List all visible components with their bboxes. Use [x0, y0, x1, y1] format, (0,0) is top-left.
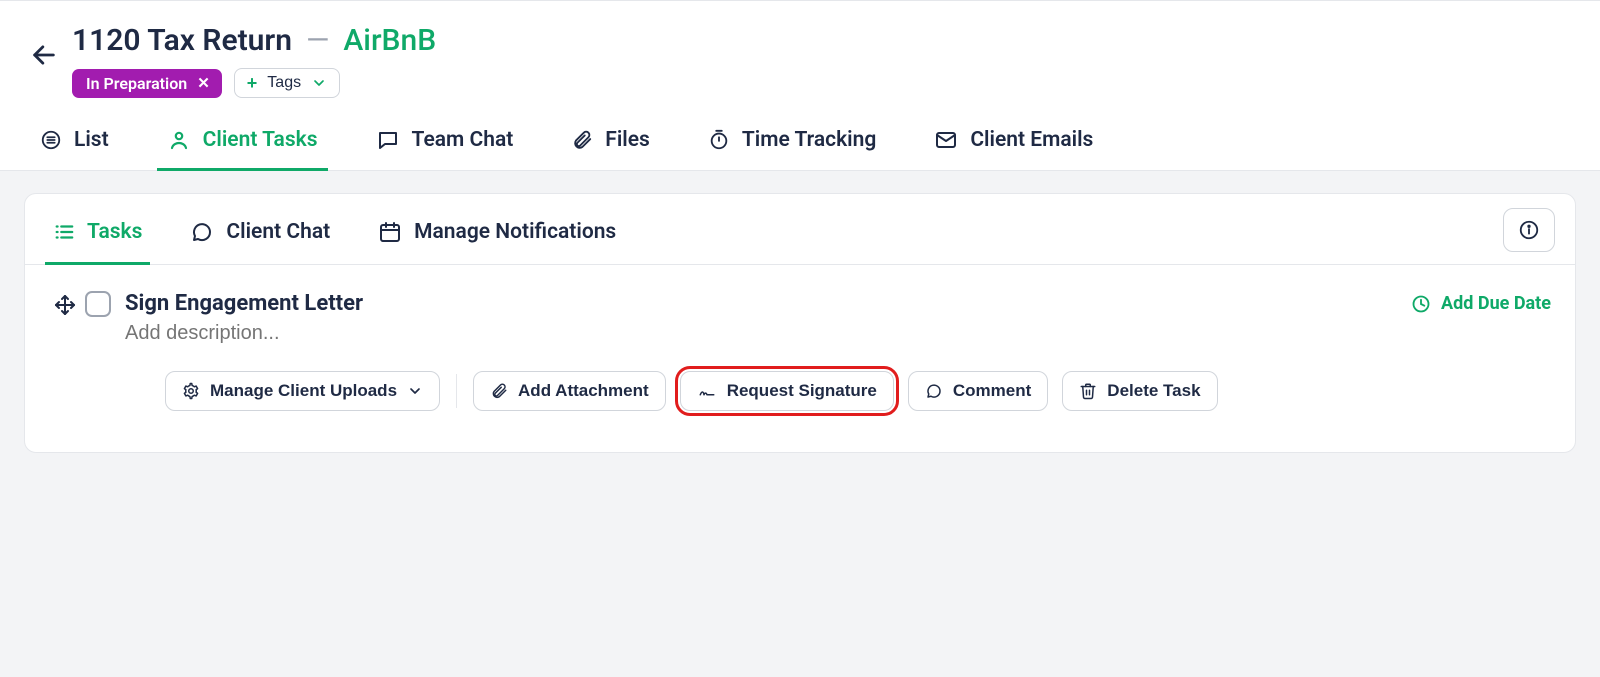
- arrow-left-icon: [30, 41, 58, 69]
- plus-icon: +: [247, 74, 258, 92]
- chat-bubble-icon: [190, 220, 214, 244]
- client-name-link[interactable]: AirBnB: [343, 23, 436, 58]
- title-separator: —: [306, 23, 329, 58]
- task-description-input[interactable]: [125, 322, 981, 345]
- signature-icon: [697, 382, 717, 400]
- chevron-down-icon: [311, 75, 327, 91]
- canvas-area: Tasks Client Chat Manage Notifications: [0, 171, 1600, 677]
- add-due-date-button[interactable]: Add Due Date: [1411, 293, 1551, 314]
- delete-task-button[interactable]: Delete Task: [1062, 371, 1217, 411]
- tab-client-tasks[interactable]: Client Tasks: [163, 120, 322, 170]
- button-label: Delete Task: [1107, 381, 1200, 401]
- tab-client-emails[interactable]: Client Emails: [930, 120, 1097, 170]
- tab-label: Files: [605, 128, 650, 152]
- sub-tabs: Tasks Client Chat Manage Notifications: [25, 194, 1575, 265]
- page-title: 1120 Tax Return: [72, 23, 292, 58]
- primary-tabs: List Client Tasks Team Chat Files Time T…: [0, 98, 1600, 171]
- add-due-date-label: Add Due Date: [1441, 293, 1551, 314]
- status-badge-label: In Preparation: [86, 74, 187, 93]
- mail-icon: [934, 128, 958, 152]
- task-title[interactable]: Sign Engagement Letter: [125, 291, 1551, 316]
- comment-button[interactable]: Comment: [908, 371, 1048, 411]
- chat-icon: [376, 128, 400, 152]
- info-button[interactable]: [1503, 208, 1555, 252]
- list-check-icon: [53, 221, 75, 243]
- trash-icon: [1079, 382, 1097, 400]
- calendar-icon: [378, 220, 402, 244]
- tab-label: Client Tasks: [203, 128, 318, 152]
- tasks-card: Tasks Client Chat Manage Notifications: [24, 193, 1576, 453]
- task-checkbox[interactable]: [85, 291, 111, 317]
- tab-team-chat[interactable]: Team Chat: [372, 120, 518, 170]
- info-icon: [1518, 219, 1540, 241]
- subtab-tasks[interactable]: Tasks: [49, 214, 146, 264]
- badge-row: In Preparation ✕ + Tags: [72, 68, 436, 98]
- tab-time-tracking[interactable]: Time Tracking: [704, 120, 880, 170]
- page-header: 1120 Tax Return — AirBnB In Preparation …: [0, 1, 1600, 98]
- button-label: Manage Client Uploads: [210, 381, 397, 401]
- back-button[interactable]: [22, 33, 66, 77]
- button-label: Request Signature: [727, 381, 877, 401]
- title-block: 1120 Tax Return — AirBnB In Preparation …: [72, 23, 436, 98]
- status-badge[interactable]: In Preparation ✕: [72, 69, 222, 98]
- list-icon: [40, 129, 62, 151]
- subtab-manage-notifications[interactable]: Manage Notifications: [374, 214, 620, 264]
- tags-button-label: Tags: [267, 74, 301, 92]
- subtab-label: Tasks: [87, 220, 142, 244]
- task-row: Sign Engagement Letter Add Due Date: [25, 265, 1575, 353]
- tab-label: List: [74, 128, 109, 152]
- tab-list[interactable]: List: [36, 120, 113, 170]
- add-attachment-button[interactable]: Add Attachment: [473, 371, 666, 411]
- paperclip-icon: [490, 382, 508, 400]
- comment-icon: [925, 382, 943, 400]
- clock-icon: [1411, 294, 1431, 314]
- subtab-label: Manage Notifications: [414, 220, 616, 244]
- task-main: Sign Engagement Letter: [125, 291, 1551, 345]
- move-icon: [53, 293, 77, 317]
- button-label: Add Attachment: [518, 381, 649, 401]
- drag-handle[interactable]: [49, 291, 81, 317]
- request-signature-button[interactable]: Request Signature: [680, 371, 894, 411]
- close-icon[interactable]: ✕: [197, 76, 210, 91]
- manage-client-uploads-button[interactable]: Manage Client Uploads: [165, 371, 440, 411]
- subtab-client-chat[interactable]: Client Chat: [186, 214, 334, 264]
- tab-label: Client Emails: [970, 128, 1093, 152]
- task-actions: Manage Client Uploads Add Attachment Req…: [25, 353, 1575, 435]
- tab-label: Time Tracking: [742, 128, 876, 152]
- add-tags-button[interactable]: + Tags: [234, 68, 340, 98]
- gear-icon: [182, 382, 200, 400]
- tab-label: Team Chat: [412, 128, 514, 152]
- chevron-down-icon: [407, 383, 423, 399]
- button-label: Comment: [953, 381, 1031, 401]
- subtab-label: Client Chat: [226, 220, 330, 244]
- tab-files[interactable]: Files: [567, 120, 654, 170]
- separator: [456, 374, 457, 408]
- user-icon: [167, 128, 191, 152]
- paperclip-icon: [571, 129, 593, 151]
- stopwatch-icon: [708, 129, 730, 151]
